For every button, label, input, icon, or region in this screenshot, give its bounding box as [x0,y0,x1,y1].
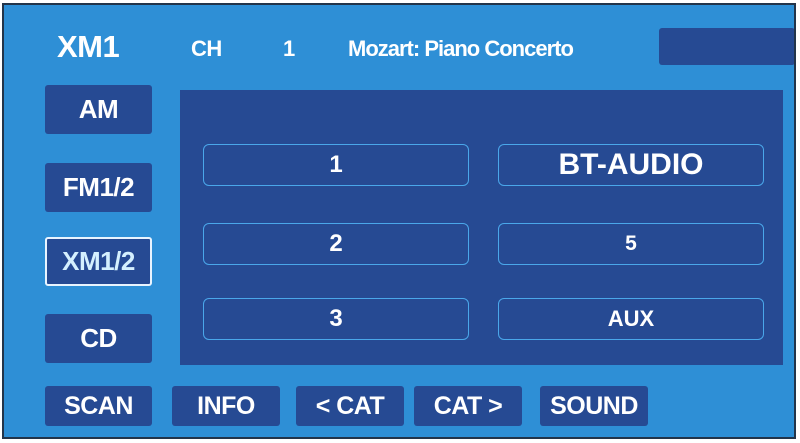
cat-prev-button[interactable]: < CAT [296,386,404,426]
scan-button[interactable]: SCAN [45,386,152,426]
radio-screen: XM1 CH 1 Mozart: Piano Concerto AM FM1/2… [2,3,796,439]
xm-button[interactable]: XM1/2 [45,237,152,286]
preset-2-button[interactable]: 2 [203,223,469,265]
fm-button[interactable]: FM1/2 [45,163,152,212]
song-title: Mozart: Piano Concerto [348,36,574,61]
cat-next-button[interactable]: CAT > [414,386,522,426]
preset-3-button[interactable]: 3 [203,298,469,340]
aux-button[interactable]: AUX [498,298,764,340]
top-right-button[interactable] [659,28,794,65]
preset-panel: 1 2 3 BT-AUDIO 5 AUX [180,90,783,365]
preset-1-button[interactable]: 1 [203,144,469,186]
preset-5-button[interactable]: 5 [498,223,764,265]
channel-number: 1 [283,36,295,61]
band-label: XM1 [57,29,120,64]
sound-button[interactable]: SOUND [540,386,648,426]
cd-button[interactable]: CD [45,314,152,363]
channel-label: CH [191,36,222,61]
info-button[interactable]: INFO [172,386,280,426]
am-button[interactable]: AM [45,85,152,134]
bt-audio-button[interactable]: BT-AUDIO [498,144,764,186]
